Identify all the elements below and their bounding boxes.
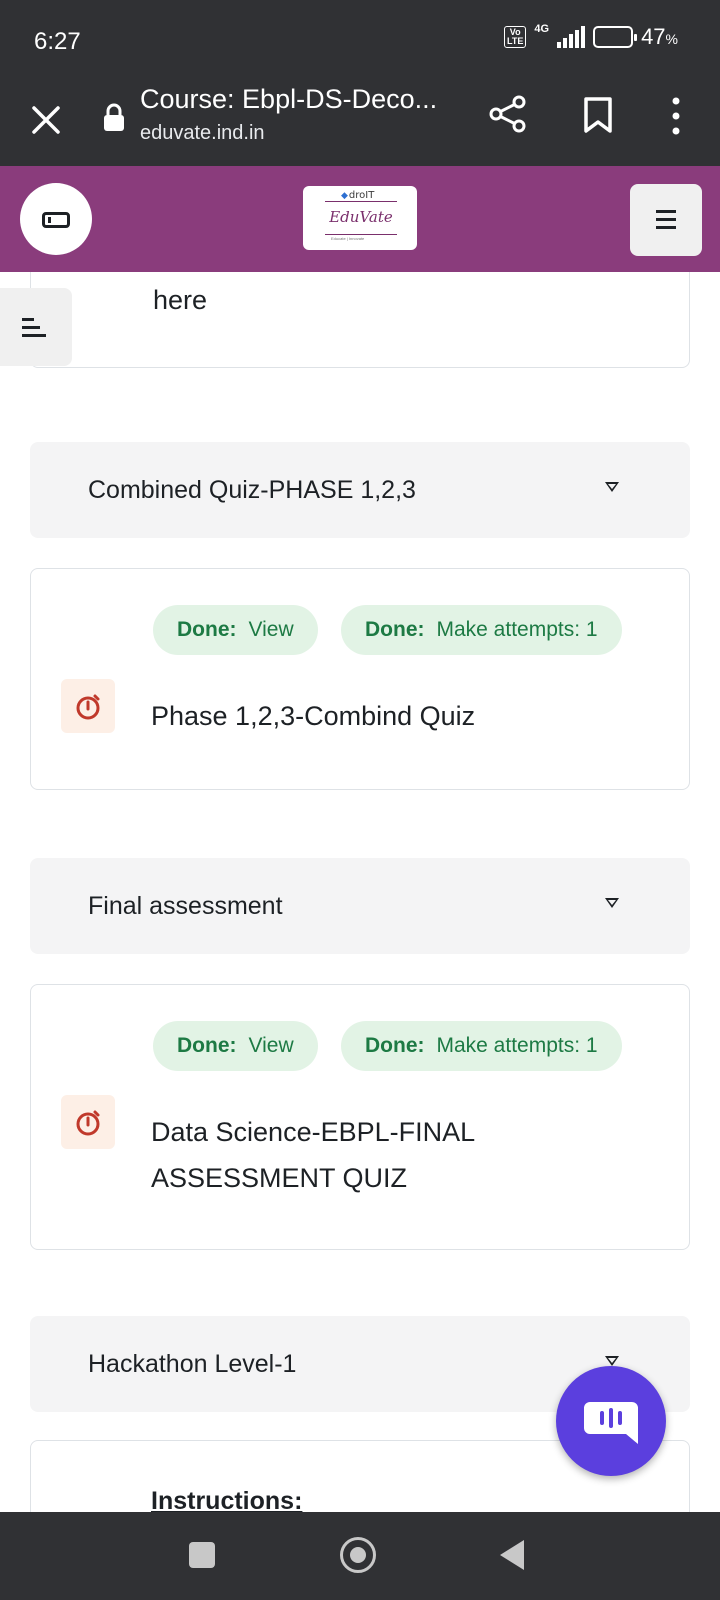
partial-card: here — [30, 272, 690, 368]
lock-icon[interactable] — [102, 102, 126, 132]
chat-icon — [584, 1402, 638, 1444]
home-icon[interactable] — [340, 1537, 376, 1573]
list-line — [22, 326, 40, 329]
logo-frame: EduVate — [325, 201, 397, 235]
hamburger-line — [656, 226, 676, 229]
hamburger-line — [656, 218, 676, 221]
battery-icon — [593, 26, 638, 48]
course-content: here Combined Quiz-PHASE 1,2,3 Done: View… — [0, 272, 720, 1512]
recent-apps-icon[interactable] — [189, 1542, 215, 1568]
drawer-icon — [42, 212, 70, 228]
completion-badge-view: Done: View — [153, 1021, 318, 1071]
more-options-icon[interactable] — [664, 96, 688, 136]
activity-card: Done: View Done: Make attempts: 1 Data Sci… — [30, 984, 690, 1250]
volte-icon: Vo LTE — [504, 26, 527, 48]
url-host[interactable]: eduvate.ind.in — [140, 122, 265, 145]
network-type: 4G — [534, 23, 550, 35]
section-title: Combined Quiz-PHASE 1,2,3 — [88, 476, 416, 504]
course-index-button[interactable] — [20, 183, 92, 255]
status-icons: Vo LTE 4G 47% — [504, 23, 678, 50]
completion-badge-view: Done: View — [153, 605, 318, 655]
completion-badge-attempts: Done: Make attempts: 1 — [341, 1021, 622, 1071]
site-logo[interactable]: droIT EduVate Educate | Innovate — [303, 186, 417, 250]
section-title: Hackathon Level-1 — [88, 1350, 297, 1378]
logo-tagline: Educate | Innovate — [331, 236, 365, 241]
chat-button[interactable] — [556, 1366, 666, 1476]
logo-brand-main: EduVate — [329, 208, 393, 226]
instructions-heading: Instructions: — [151, 1487, 303, 1512]
share-icon[interactable] — [488, 94, 528, 134]
list-icon — [22, 318, 34, 321]
activity-link[interactable]: Phase 1,2,3-Combind Quiz — [151, 693, 475, 739]
collapse-caret-icon[interactable] — [605, 898, 619, 908]
logo-brand-top: droIT — [341, 190, 374, 201]
hamburger-icon — [656, 210, 676, 213]
battery-percent: 47% — [641, 24, 678, 49]
site-header: droIT EduVate Educate | Innovate — [0, 166, 720, 272]
activity-link[interactable]: Data Science-EBPL-FINAL ASSESSMENT QUIZ — [151, 1109, 551, 1201]
status-bar: 6:27 Vo LTE 4G 47% — [0, 0, 720, 80]
system-nav-bar — [0, 1512, 720, 1600]
completion-badge-attempts: Done: Make attempts: 1 — [341, 605, 622, 655]
partial-text: here — [153, 285, 208, 315]
quiz-icon — [61, 1095, 115, 1149]
section-header-final-assessment[interactable]: Final assessment — [30, 858, 690, 954]
section-header-combined-quiz[interactable]: Combined Quiz-PHASE 1,2,3 — [30, 442, 690, 538]
course-index-toggle[interactable] — [0, 288, 72, 366]
main-menu-button[interactable] — [630, 184, 702, 256]
activity-card: Done: View Done: Make attempts: 1 Phase 1,… — [30, 568, 690, 790]
clock: 6:27 — [34, 28, 81, 55]
collapse-caret-icon[interactable] — [605, 482, 619, 492]
page-title[interactable]: Course: Ebpl-DS-Deco... — [140, 84, 437, 115]
quiz-icon — [61, 679, 115, 733]
back-icon[interactable] — [500, 1540, 524, 1570]
close-tab-icon[interactable] — [28, 102, 64, 138]
signal-icon — [557, 26, 586, 48]
section-title: Final assessment — [88, 892, 283, 920]
collapse-caret-icon[interactable] — [605, 1356, 619, 1366]
list-line — [22, 334, 46, 337]
browser-toolbar: Course: Ebpl-DS-Deco... eduvate.ind.in — [0, 80, 720, 166]
bookmark-icon[interactable] — [582, 96, 614, 134]
